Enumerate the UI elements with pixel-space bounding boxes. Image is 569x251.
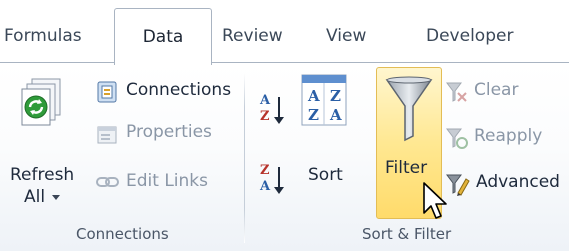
tab-data[interactable]: Data <box>114 8 212 65</box>
tab-view[interactable]: View <box>326 8 366 64</box>
tab-review[interactable]: Review <box>222 8 283 64</box>
properties-label: Properties <box>126 122 212 142</box>
tab-formulas[interactable]: Formulas <box>4 8 82 64</box>
chevron-down-icon <box>52 195 60 200</box>
sort-descending-button[interactable]: Z A <box>258 163 286 203</box>
filter-label: Filter <box>385 158 428 178</box>
svg-text:A: A <box>307 87 320 105</box>
link-icon <box>96 177 119 187</box>
sort-desc-icon-bottom: A <box>260 179 271 194</box>
clear-label: Clear <box>474 80 519 100</box>
ribbon-data-panel: Refresh All Connections Properties Edit … <box>0 62 569 251</box>
funnel-icon <box>385 76 433 142</box>
svg-text:Z: Z <box>330 87 341 105</box>
reapply-icon <box>446 128 468 149</box>
properties-icon <box>97 126 117 144</box>
connections-icon <box>97 81 117 103</box>
group-separator <box>244 73 245 243</box>
arrow-down-icon <box>274 167 284 194</box>
sort-button[interactable]: A Z Z A Sort <box>294 73 356 207</box>
refresh-all-label-line1: Refresh <box>10 165 75 185</box>
sort-filter-group-label: Sort & Filter <box>362 225 452 243</box>
sort-asc-icon-top: A <box>260 93 271 108</box>
sort-ascending-button[interactable]: A Z <box>258 93 286 133</box>
reapply-label: Reapply <box>474 126 543 146</box>
ribbon-tab-strip: Formulas Data Review View Developer <box>0 0 569 65</box>
refresh-icon <box>21 78 61 126</box>
sort-label: Sort <box>308 165 343 185</box>
connections-label: Connections <box>126 80 232 100</box>
clear-filter-icon <box>446 82 467 102</box>
sort-asc-icon-bottom: Z <box>260 109 270 124</box>
sort-desc-icon-top: Z <box>260 163 270 178</box>
edit-links-label: Edit Links <box>126 171 208 191</box>
refresh-all-button[interactable]: Refresh All <box>10 77 74 211</box>
filter-button[interactable]: Filter <box>376 67 442 219</box>
advanced-filter-icon <box>446 174 470 196</box>
arrow-down-icon <box>274 97 284 124</box>
advanced-label: Advanced <box>476 172 560 192</box>
tab-developer[interactable]: Developer <box>426 8 513 64</box>
svg-text:Z: Z <box>308 106 319 124</box>
refresh-all-label-line2: All <box>24 187 46 207</box>
svg-text:A: A <box>329 106 342 124</box>
connections-group-label: Connections <box>76 225 169 243</box>
sort-dialog-icon: A Z Z A <box>301 74 347 126</box>
